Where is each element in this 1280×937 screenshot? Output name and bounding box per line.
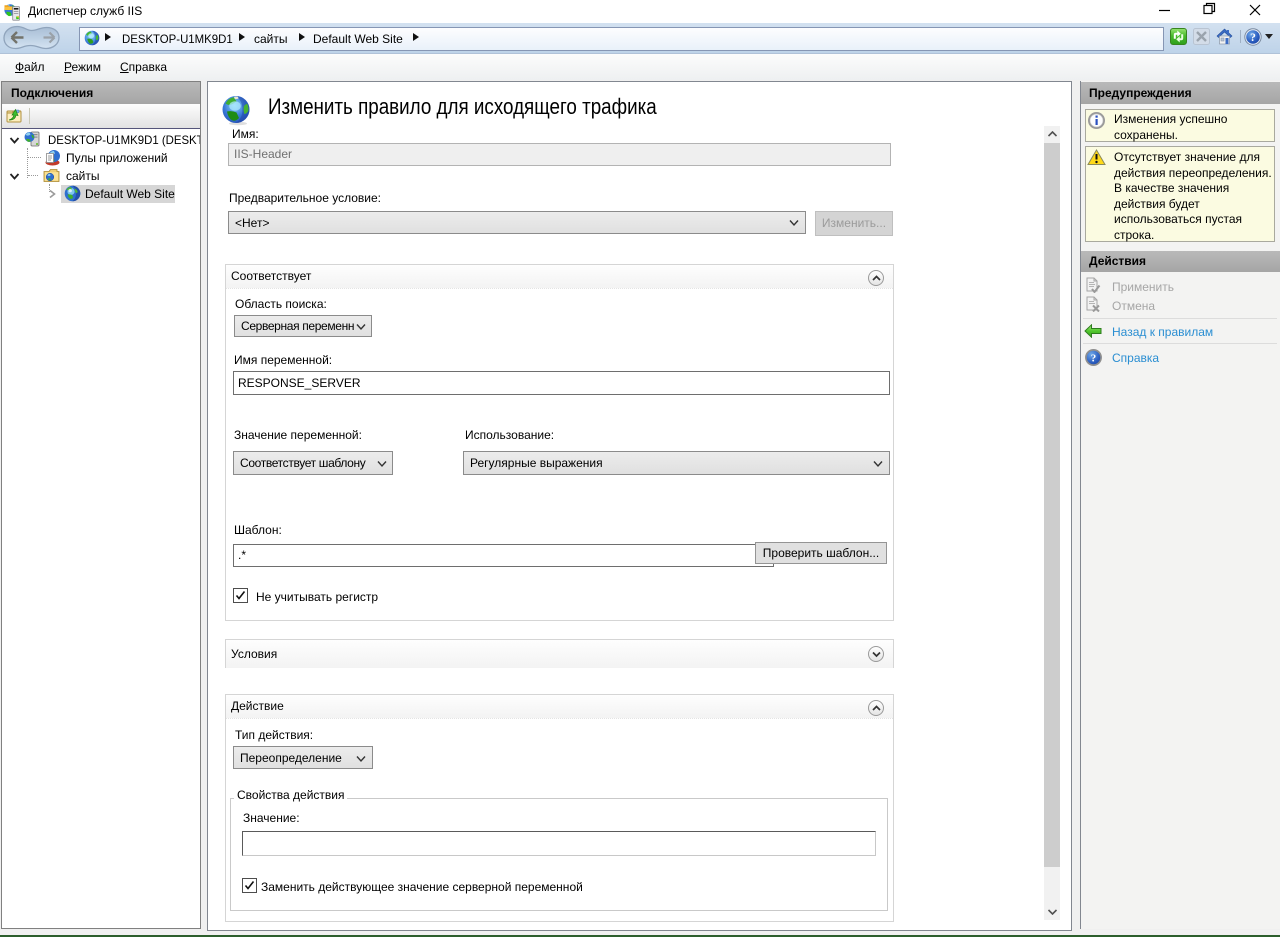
svg-text:?: ? (1250, 32, 1256, 44)
svg-text:?: ? (1091, 353, 1097, 365)
